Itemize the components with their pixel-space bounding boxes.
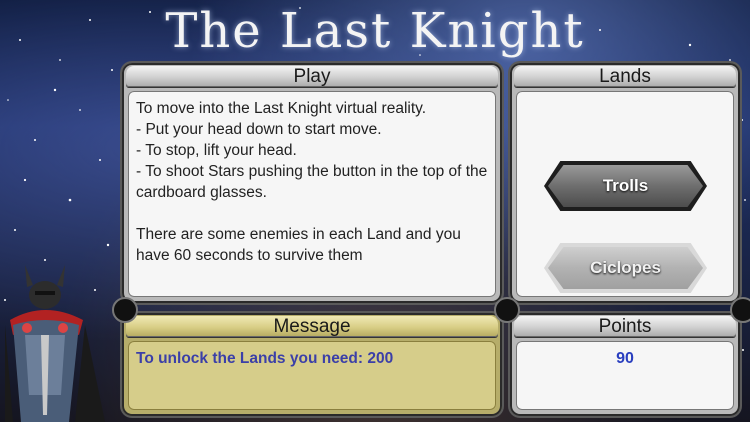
unlock-message: To unlock the Lands you need: 200	[136, 350, 394, 367]
panel-connector	[730, 297, 750, 323]
panel-connector	[494, 297, 520, 323]
points-panel: Points 90	[510, 313, 740, 416]
instructions-text: To move into the Last Knight virtual rea…	[128, 91, 496, 273]
points-value: 90	[616, 350, 634, 367]
game-title: The Last Knight	[165, 3, 585, 59]
trolls-button-frame: Trolls	[544, 161, 707, 211]
lands-panel: Lands Trolls Ciclopes	[510, 63, 740, 303]
message-panel: Message To unlock the Lands you need: 20…	[122, 313, 502, 416]
message-panel-body: To unlock the Lands you need: 200	[128, 341, 496, 410]
instruction-line: To move into the Last Knight virtual rea…	[136, 100, 427, 117]
trolls-land-button[interactable]: Trolls	[548, 165, 703, 207]
message-panel-header: Message	[126, 316, 498, 337]
ciclopes-button-frame: Ciclopes	[544, 243, 707, 293]
play-panel: Play To move into the Last Knight virtua…	[122, 63, 502, 303]
instruction-line: - To shoot Stars pushing the button in t…	[136, 163, 488, 201]
ciclopes-land-button[interactable]: Ciclopes	[548, 247, 703, 289]
knight-character-image	[5, 265, 105, 422]
lands-panel-header: Lands	[514, 66, 736, 87]
play-panel-body: To move into the Last Knight virtual rea…	[128, 91, 496, 297]
lands-panel-body: Trolls Ciclopes	[516, 91, 734, 297]
instruction-line: - To stop, lift your head.	[136, 142, 297, 159]
instruction-line: - Put your head down to start move.	[136, 121, 382, 138]
points-panel-body: 90	[516, 341, 734, 410]
points-panel-header: Points	[514, 316, 736, 337]
play-panel-header: Play	[126, 66, 498, 87]
instruction-paragraph: There are some enemies in each Land and …	[136, 226, 461, 264]
